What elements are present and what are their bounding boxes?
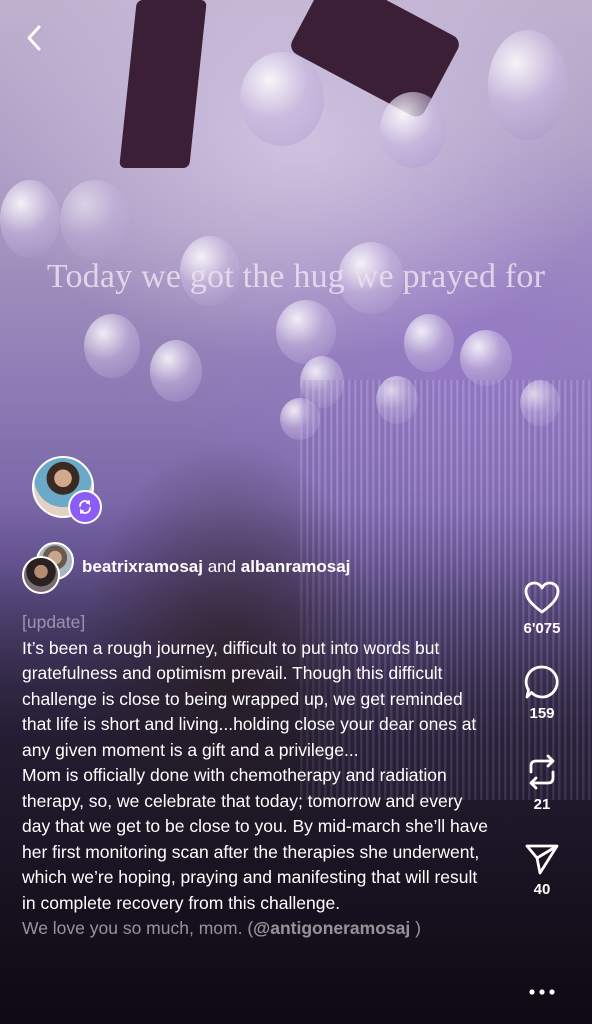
post-description[interactable]: [update] It’s been a rough journey, diff… — [22, 610, 492, 942]
like-button[interactable]: 6'075 — [510, 580, 574, 637]
description-paragraph-1: It’s been a rough journey, difficult to … — [22, 637, 477, 760]
share-count: 40 — [533, 881, 551, 898]
balloon — [488, 30, 568, 140]
balloon — [60, 180, 130, 260]
comment-count: 159 — [529, 705, 555, 722]
authors-connector: and — [207, 557, 237, 576]
balloon — [460, 330, 512, 386]
more-dots-icon — [529, 989, 555, 995]
balloon — [404, 314, 454, 372]
balloon — [380, 92, 446, 168]
like-count: 6'075 — [523, 620, 561, 637]
ceiling-fan-blade — [119, 0, 207, 168]
back-button[interactable] — [16, 18, 52, 58]
balloon — [84, 314, 140, 378]
balloon — [0, 180, 60, 258]
heart-icon — [524, 581, 560, 614]
description-paragraph-2: Mom is officially done with chemotherapy… — [22, 765, 488, 913]
more-options-button[interactable] — [522, 980, 562, 1004]
chevron-left-icon — [27, 25, 41, 51]
repost-button[interactable]: 21 — [510, 752, 574, 813]
video-overlay-text: Today we got the hug we prayed for — [46, 258, 546, 295]
repost-icon — [529, 754, 555, 790]
reel-screen: Today we got the hug we prayed for beatr… — [0, 0, 592, 1024]
description-closing-end: ) — [410, 918, 421, 938]
repost-count: 21 — [533, 796, 551, 813]
comment-bubble-icon — [524, 665, 559, 699]
repost-badge-icon — [68, 490, 102, 524]
post-authors[interactable]: beatrixramosaj and albanramosaj — [22, 542, 350, 594]
description-closing: We love you so much, mom. ( — [22, 918, 254, 938]
comment-button[interactable]: 159 — [510, 663, 574, 722]
description-update-tag: [update] — [22, 612, 86, 632]
author-name-1[interactable]: beatrixramosaj — [82, 557, 203, 576]
description-paragraph-3: We love you so much, mom. (@antigoneramo… — [22, 916, 492, 942]
mention-link[interactable]: @antigoneramosaj — [253, 918, 410, 938]
balloon — [150, 340, 202, 402]
action-bar: 6'075 159 21 40 — [510, 576, 574, 898]
balloon — [240, 52, 324, 146]
send-icon — [525, 844, 559, 875]
balloon — [276, 300, 336, 364]
avatar[interactable] — [22, 556, 60, 594]
authors-label: beatrixramosaj and albanramosaj — [82, 557, 350, 577]
author-avatars[interactable] — [22, 542, 78, 594]
author-name-2[interactable]: albanramosaj — [241, 557, 351, 576]
share-button[interactable]: 40 — [510, 841, 574, 898]
